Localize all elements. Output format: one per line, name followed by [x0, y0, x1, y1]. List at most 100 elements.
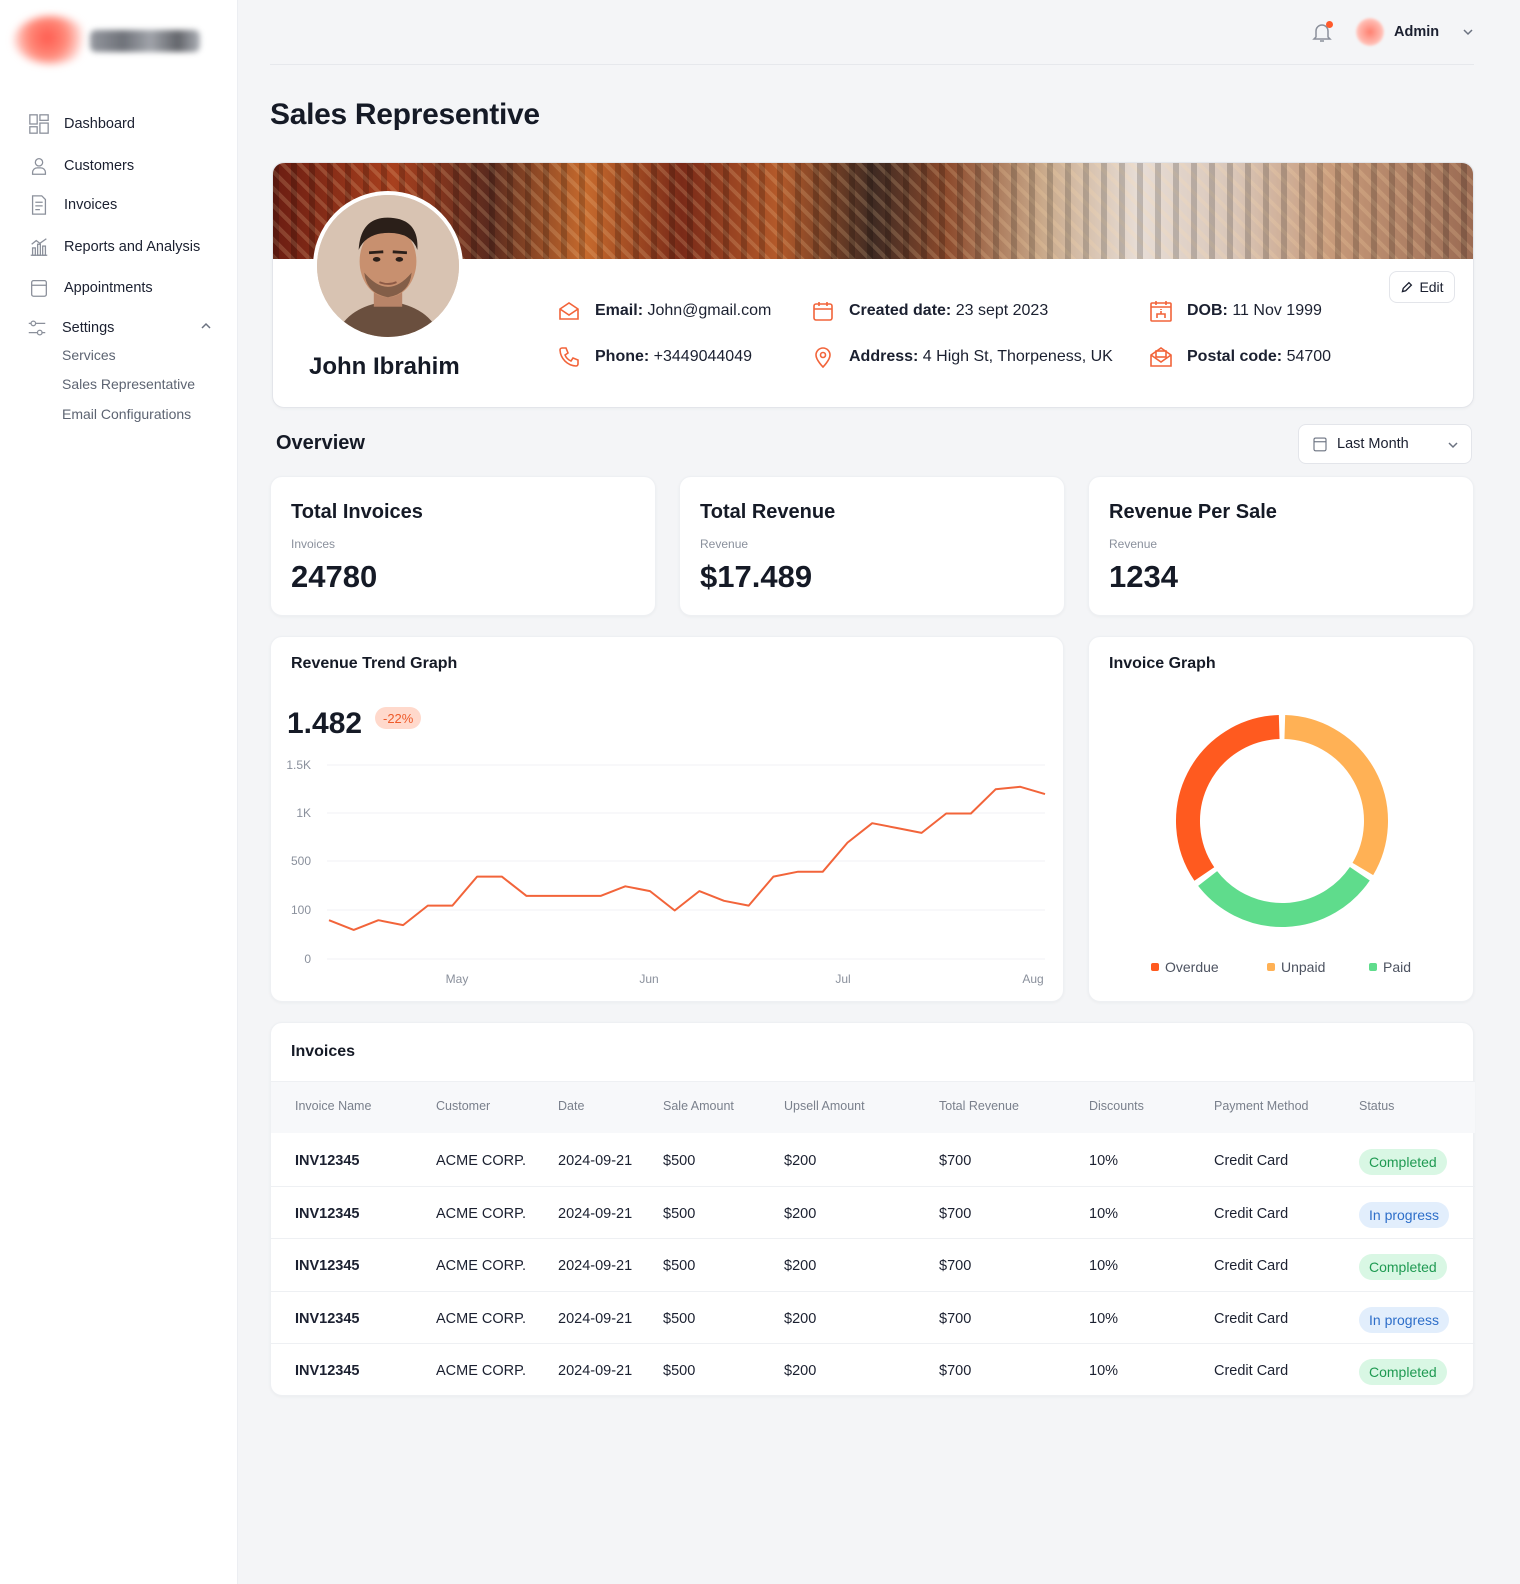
status-badge: In progress	[1359, 1201, 1450, 1228]
overview-title: Overview	[276, 432, 365, 454]
table-cell: $200	[784, 1205, 817, 1222]
invoice-graph-card: Invoice Graph Overdue Unpaid Paid	[1088, 636, 1474, 1002]
column-header: Payment Method	[1214, 1099, 1309, 1113]
calendar-icon	[1313, 437, 1327, 452]
mail-icon	[559, 302, 579, 320]
x-tick-label: Jul	[835, 972, 850, 986]
sidebar: Dashboard Customers Invoices Reports and…	[0, 0, 238, 1584]
x-tick-label: May	[446, 972, 469, 986]
table-cell: INV12345	[295, 1363, 360, 1379]
notification-dot	[1326, 21, 1333, 28]
sidebar-item-label: Customers	[64, 158, 135, 174]
sidebar-item-invoices[interactable]: Invoices	[28, 193, 117, 217]
chevron-up-icon[interactable]	[198, 318, 214, 334]
table-cell: 2024-09-21	[558, 1205, 633, 1222]
sidebar-subitem-services[interactable]: Services	[62, 347, 116, 363]
donut-slice-paid[interactable]	[1198, 866, 1370, 927]
table-cell: $700	[939, 1363, 972, 1379]
legend-overdue: Overdue	[1151, 959, 1219, 975]
column-header: Upsell Amount	[784, 1099, 865, 1113]
stat-subtitle: Revenue	[1109, 537, 1158, 551]
table-cell: ACME CORP.	[436, 1310, 526, 1327]
table-cell: $200	[784, 1310, 817, 1327]
status-badge: Completed	[1359, 1359, 1447, 1385]
document-icon	[31, 195, 47, 215]
stat-subtitle: Invoices	[291, 537, 336, 551]
sidebar-item-reports[interactable]: Reports and Analysis	[28, 235, 200, 259]
period-value: Last Month	[1337, 436, 1409, 452]
table-cell: $200	[784, 1363, 817, 1379]
stat-card-total-invoices: Total Invoices Invoices 24780	[270, 476, 656, 616]
birthday-calendar-icon	[1150, 301, 1172, 322]
invoices-table-card: Invoices Invoice Name Customer Date Sale Am…	[270, 1022, 1475, 1396]
table-cell: $500	[663, 1310, 696, 1327]
table-cell: $200	[784, 1258, 817, 1274]
user-icon	[31, 158, 47, 175]
table-cell: $700	[939, 1205, 972, 1222]
legend-unpaid: Unpaid	[1267, 959, 1325, 975]
user-menu[interactable]: Admin	[1356, 16, 1439, 48]
brand-logo[interactable]	[14, 14, 200, 66]
table-cell: 2024-09-21	[558, 1363, 633, 1379]
sidebar-subitem-email-configurations[interactable]: Email Configurations	[62, 406, 191, 422]
table-cell: $500	[663, 1205, 696, 1222]
column-header: Customer	[436, 1099, 491, 1113]
stat-title: Total Revenue	[700, 501, 836, 523]
status-badge: Completed	[1359, 1149, 1447, 1175]
table-cell: $500	[663, 1258, 696, 1274]
status-badge: Completed	[1359, 1254, 1447, 1280]
table-cell: 10%	[1089, 1310, 1119, 1327]
table-cell: Credit Card	[1214, 1363, 1289, 1379]
y-tick-label: 100	[291, 903, 311, 917]
table-cell: 10%	[1089, 1258, 1119, 1274]
table-cell: $700	[939, 1310, 972, 1327]
table-cell: INV12345	[295, 1153, 360, 1169]
location-pin-icon	[815, 347, 831, 369]
table-cell: $500	[663, 1153, 696, 1169]
period-select[interactable]: Last Month	[1298, 424, 1472, 464]
table-cell: ACME CORP.	[436, 1363, 526, 1379]
table-cell: 10%	[1089, 1363, 1119, 1379]
revenue-trend-card: Revenue Trend Graph 1.482 -22% 1.5K 1K 500…	[270, 636, 1064, 1002]
table-cell: ACME CORP.	[436, 1153, 526, 1169]
table-cell: INV12345	[295, 1310, 360, 1327]
sidebar-item-label: Settings	[62, 320, 115, 336]
chart-icon	[30, 238, 48, 256]
settings-sliders-icon	[28, 320, 46, 336]
profile-avatar	[313, 191, 463, 341]
edit-button[interactable]: Edit	[1389, 271, 1455, 303]
table-cell: INV12345	[295, 1258, 360, 1274]
sidebar-item-label: Appointments	[64, 280, 153, 296]
user-name: Admin	[1394, 24, 1440, 40]
table-cell: 2024-09-21	[558, 1310, 633, 1327]
table-cell: 2024-09-21	[558, 1258, 633, 1274]
stat-title: Revenue Per Sale	[1109, 501, 1277, 523]
dashboard-icon	[29, 114, 49, 134]
sidebar-item-label: Dashboard	[64, 116, 135, 132]
revenue-series-line	[328, 785, 1046, 931]
sidebar-item-label: Invoices	[64, 197, 118, 213]
revenue-trend-chart: 1.5K 1K 500 100 0 May Jun Jul Aug	[286, 758, 1046, 986]
sidebar-subitem-sales-representative[interactable]: Sales Representative	[62, 376, 195, 392]
page-title: Sales Representive	[270, 98, 540, 131]
stat-value: 1234	[1109, 559, 1178, 594]
profile-phone: Phone: +3449044049	[557, 345, 752, 369]
donut-slice-unpaid[interactable]	[1284, 715, 1388, 876]
sidebar-item-dashboard[interactable]: Dashboard	[28, 112, 135, 136]
sidebar-item-appointments[interactable]: Appointments	[28, 276, 153, 300]
y-tick-label: 500	[291, 854, 311, 868]
chevron-down-icon[interactable]	[1460, 24, 1476, 40]
donut-slice-overdue[interactable]	[1176, 715, 1280, 881]
sidebar-item-customers[interactable]: Customers	[28, 154, 134, 178]
sidebar-item-settings[interactable]: Settings	[26, 316, 114, 340]
x-tick-label: Jun	[639, 972, 658, 986]
legend-paid: Paid	[1369, 959, 1411, 975]
table-cell: INV12345	[295, 1205, 360, 1222]
stat-value: 24780	[291, 559, 378, 594]
phone-icon	[559, 347, 579, 367]
table-cell: 10%	[1089, 1153, 1119, 1169]
y-tick-label: 1K	[296, 806, 311, 820]
header-divider	[270, 64, 1474, 65]
stat-subtitle: Revenue	[700, 537, 749, 551]
table-cell: ACME CORP.	[436, 1258, 526, 1274]
